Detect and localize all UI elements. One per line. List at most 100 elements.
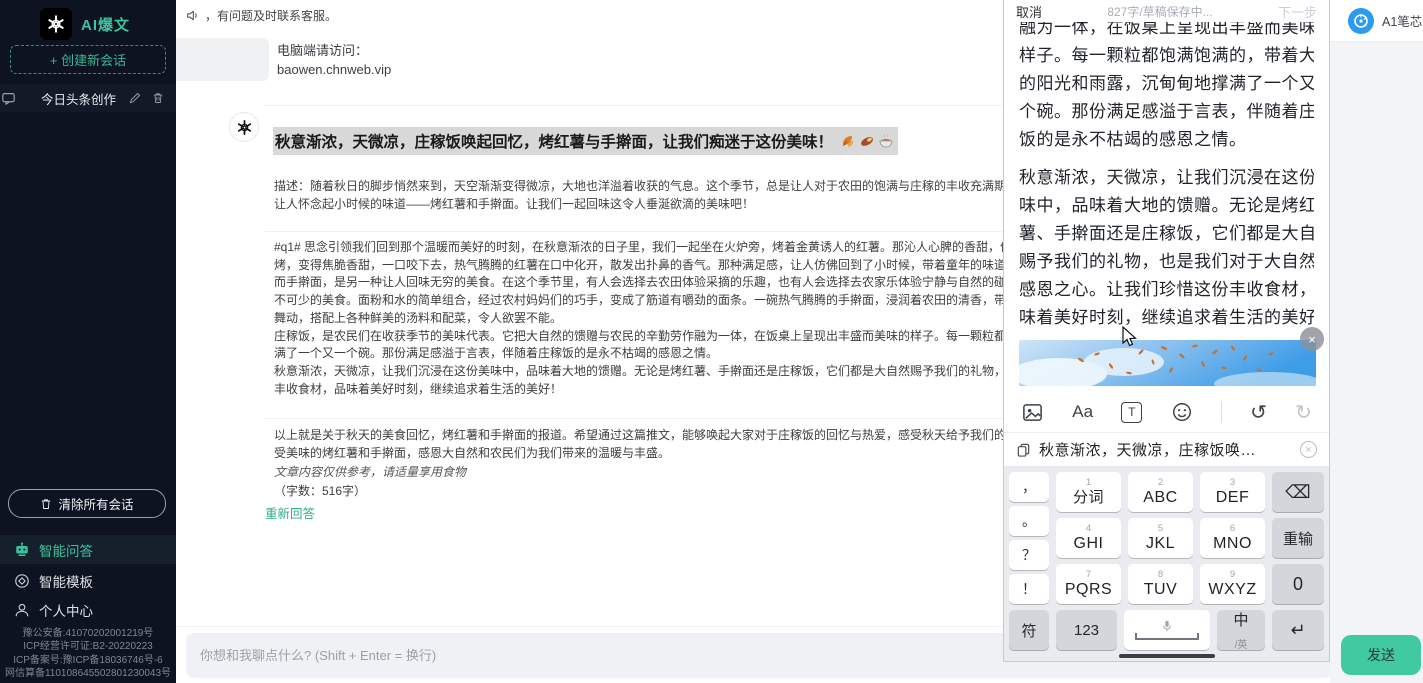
key-period[interactable]: 。 [1009, 506, 1049, 536]
font-style-icon[interactable]: Aa [1072, 402, 1093, 422]
footer-line: 豫公安备:41070202001219号 [0, 627, 176, 640]
word-count: （字数：516字） [274, 482, 366, 499]
user-name: A1笔芯 [1382, 11, 1422, 30]
robot-icon [14, 542, 30, 558]
text-box-icon[interactable]: T [1121, 402, 1142, 423]
redo-icon[interactable]: ↻ [1295, 400, 1312, 425]
speaker-icon [186, 9, 199, 22]
key-2-abc[interactable]: 2 ABC [1128, 472, 1193, 512]
masked-banner [176, 38, 269, 81]
key-number: 6 [1230, 523, 1235, 534]
space-key[interactable] [1124, 610, 1210, 650]
text-line: 融为一体，在饭桌上呈现出丰盛而美味的 [1019, 22, 1314, 42]
key-label: JKL [1146, 534, 1175, 553]
retype-key[interactable]: 重输 [1272, 518, 1324, 558]
phone-top-bar: 取消 827字/草稿保存中... 下一步 [1004, 0, 1329, 22]
footer-line: ICP经营许可证:B2-20220223 [0, 640, 176, 653]
virtual-keyboard: ， 。 ？ ！ 1 分词 2 ABC 3 DEF ⌫ [1004, 466, 1329, 661]
cancel-button[interactable]: 取消 [1016, 2, 1042, 21]
chip-title-text: 秋意渐浓，天微凉，庄稼饭唤… [1039, 439, 1292, 460]
key-label: DEF [1216, 488, 1250, 507]
undo-icon[interactable]: ↺ [1250, 400, 1267, 425]
regenerate-link[interactable]: 重新回答 [265, 503, 315, 522]
lang-en-label: 英 [1237, 640, 1247, 651]
notice-bar: ，有问题及时联系客服。 [186, 7, 337, 24]
key-9-wxyz[interactable]: 9 WXYZ [1200, 564, 1265, 604]
user-avatar[interactable] [1348, 8, 1374, 34]
key-1-fenci[interactable]: 1 分词 [1056, 472, 1121, 512]
send-button[interactable]: 发送 [1341, 635, 1421, 675]
sidebar-item-smart-templates[interactable]: 智能模板 [0, 566, 176, 595]
visit-url[interactable]: baowen.chnweb.vip [277, 60, 391, 79]
home-indicator[interactable] [1119, 654, 1215, 658]
key-number: 9 [1230, 569, 1235, 580]
sidebar-item-label: 智能模板 [39, 571, 93, 591]
backspace-key[interactable]: ⌫ [1272, 472, 1324, 512]
insert-image-icon[interactable] [1021, 401, 1044, 424]
clear-all-label: 清除所有会话 [58, 494, 133, 513]
openai-logo-icon [40, 8, 72, 40]
key-number: 7 [1086, 569, 1091, 580]
text-line: 味着美好时刻，继续追求着生活的美好！ [1019, 304, 1314, 332]
right-background [1330, 42, 1423, 683]
text-line: 的阳光和雨露，沉甸甸地撑满了一个又一 [1019, 70, 1314, 98]
chat-bubble-icon [2, 92, 15, 105]
key-comma[interactable]: ， [1009, 472, 1049, 502]
key-label: GHI [1074, 534, 1104, 553]
mic-icon [1161, 620, 1173, 632]
sidebar-item-smart-qa[interactable]: 智能问答 [0, 535, 176, 564]
text-line: 个碗。那份满足感溢于言表，伴随着庄稼 [1019, 98, 1314, 126]
article-title-text: 秋意渐浓，天微凉，庄稼饭唤起回忆，烤红薯与手擀面，让我们痴迷于这份美味！ [275, 130, 833, 152]
key-7-pqrs[interactable]: 7 PQRS [1056, 564, 1121, 604]
fallen-leaf-icon [840, 133, 856, 149]
numbers-key[interactable]: 123 [1056, 610, 1117, 650]
chip-close-icon[interactable]: × [1300, 441, 1317, 458]
key-exclaim[interactable]: ！ [1009, 574, 1049, 604]
language-toggle-key[interactable]: 中 /英 [1217, 610, 1265, 650]
key-5-jkl[interactable]: 5 JKL [1128, 518, 1193, 558]
text-line: 饭的是永不枯竭的感恩之情。 [1019, 126, 1314, 154]
conversation-item[interactable]: 今日头条创作 [0, 84, 176, 112]
new-conversation-button[interactable]: + 创建新会话 [10, 45, 166, 74]
visit-info: 电脑端请访问： baowen.chnweb.vip [277, 41, 391, 79]
trash-icon [40, 498, 52, 510]
text-line: 秋意渐浓，天微凉，让我们沉浸在这份美 [1019, 164, 1314, 192]
next-step-button[interactable]: 下一步 [1278, 2, 1317, 21]
key-number: 5 [1158, 523, 1163, 534]
key-label: ABC [1143, 488, 1177, 507]
article-image[interactable] [1019, 340, 1316, 386]
sidebar-item-label: 个人中心 [39, 600, 93, 620]
remove-image-button[interactable]: × [1300, 327, 1324, 351]
edit-icon[interactable] [129, 92, 141, 104]
disclaimer-note: 文章内容仅供参考，请适量享用食物 [274, 463, 466, 480]
key-4-ghi[interactable]: 4 GHI [1056, 518, 1121, 558]
sidebar-item-label: 智能问答 [39, 540, 93, 560]
text-line: 味中，品味着大地的馈赠。无论是烤红 [1019, 192, 1314, 220]
key-6-mno[interactable]: 6 MNO [1200, 518, 1265, 558]
space-bracket [1135, 633, 1199, 640]
symbols-key[interactable]: 符 [1009, 610, 1049, 650]
mouse-cursor [1122, 326, 1138, 348]
phone-editor-panel: 融为一体，在饭桌上呈现出丰盛而美味的 样子。每一颗粒都饱满饱满的，带着大地 的阳… [1003, 0, 1330, 662]
enter-key[interactable]: ↵ [1272, 610, 1324, 650]
template-icon [14, 573, 30, 589]
key-number: 4 [1086, 523, 1091, 534]
key-label: MNO [1213, 534, 1252, 553]
clear-all-conversations-button[interactable]: 清除所有会话 [8, 489, 166, 518]
assistant-avatar [229, 112, 259, 142]
key-3-def[interactable]: 3 DEF [1200, 472, 1265, 512]
app-window: AI爆文 + 创建新会话 今日头条创作 清除所有会话 [0, 0, 1423, 683]
zero-key[interactable]: 0 [1272, 564, 1324, 604]
lang-zh-label: 中 [1233, 609, 1248, 630]
emoji-icon[interactable] [1171, 401, 1193, 423]
delete-icon[interactable] [152, 92, 164, 104]
footer-line: ICP备案号:豫ICP备18036746号-6 [0, 654, 176, 667]
visit-label: 电脑端请访问： [277, 41, 391, 60]
user-header: A1笔芯 [1330, 0, 1423, 42]
steaming-bowl-icon [878, 133, 894, 149]
app-title: AI爆文 [81, 14, 130, 35]
key-8-tuv[interactable]: 8 TUV [1128, 564, 1193, 604]
key-number: 2 [1158, 477, 1163, 488]
key-question[interactable]: ？ [1009, 540, 1049, 570]
sidebar-item-profile[interactable]: 个人中心 [0, 595, 176, 624]
